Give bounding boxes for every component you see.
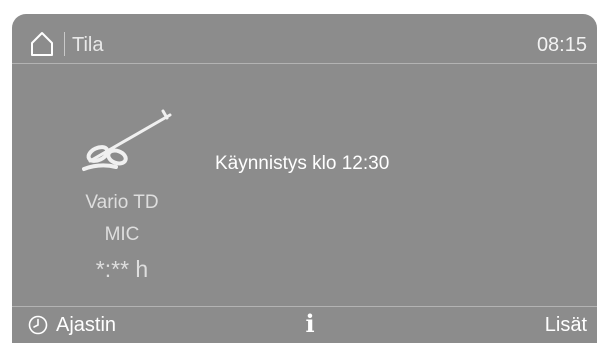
- header-bar: Tila 08:15: [12, 14, 597, 78]
- device-frame: Tila 08:15 Vario TD MIC *:** h Käynnisty…: [0, 0, 604, 350]
- page-title: Tila: [72, 34, 104, 56]
- program-duration: *:** h: [95, 256, 149, 282]
- display-screen: Tila 08:15 Vario TD MIC *:** h Käynnisty…: [12, 14, 597, 343]
- footer-bar: Ajastin i Lisät: [12, 307, 597, 343]
- more-button[interactable]: Lisät: [545, 311, 587, 339]
- vario-td-icon: [82, 109, 172, 171]
- program-name-line2: MIC: [104, 224, 140, 245]
- start-time-message: Käynnistys klo 12:30: [215, 153, 390, 174]
- clock-icon: [28, 315, 48, 335]
- header-divider: [12, 63, 597, 64]
- home-icon[interactable]: [30, 31, 54, 57]
- info-button[interactable]: i: [299, 310, 321, 338]
- program-name-line1: Vario TD: [85, 192, 159, 213]
- header-separator: [64, 32, 65, 56]
- timer-button[interactable]: Ajastin: [28, 311, 116, 339]
- clock-time: 08:15: [536, 34, 587, 56]
- timer-button-label: Ajastin: [56, 313, 117, 336]
